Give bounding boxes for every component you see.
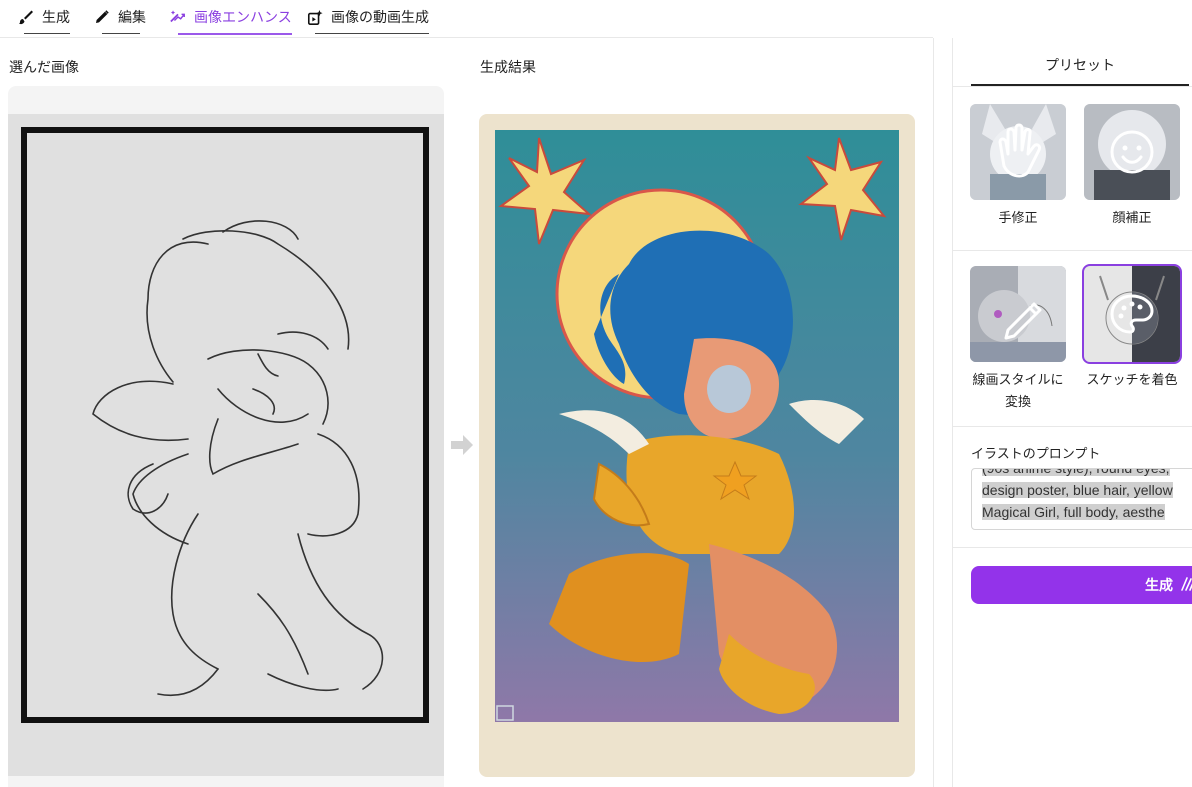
tab-image-enhance[interactable]: 画像エンハンス xyxy=(170,0,292,35)
pen-icon xyxy=(1004,302,1042,340)
palette-icon xyxy=(1110,294,1154,334)
selected-image-panel[interactable] xyxy=(8,86,444,787)
preset-thumbnail xyxy=(970,104,1066,200)
panel-divider xyxy=(933,38,934,787)
generated-illustration xyxy=(495,130,899,722)
magic-wand-icon xyxy=(170,9,186,25)
tab-presets[interactable]: プリセット xyxy=(971,46,1189,86)
video-spark-icon xyxy=(307,9,323,26)
result-label: 生成結果 xyxy=(480,60,536,76)
preset-thumbnail xyxy=(970,266,1066,362)
preset-label: スケッチを着色 xyxy=(1086,373,1178,388)
preset-label: 手修正 xyxy=(998,211,1038,226)
tab-edit[interactable]: 編集 xyxy=(94,0,146,34)
sparkle-icon xyxy=(1179,575,1192,595)
preset-colorize-sketch[interactable]: スケッチを着色 xyxy=(1082,264,1182,392)
tab-label: 画像の動画生成 xyxy=(331,10,429,26)
tab-label: 画像エンハンス xyxy=(194,10,292,26)
pencil-icon xyxy=(94,9,110,25)
side-panel: プリセット 手修正 顔補正 線画スタイルに変換 スケッチを着色 イラストのプロン… xyxy=(952,38,1192,787)
generate-label: 生成 xyxy=(1145,578,1173,594)
preset-label: 顔補正 xyxy=(1112,211,1152,226)
tab-label: 編集 xyxy=(118,10,146,26)
tab-image-to-video[interactable]: 画像の動画生成 xyxy=(307,0,429,34)
prompt-label: イラストのプロンプト xyxy=(971,447,1101,462)
preset-thumbnail xyxy=(1084,104,1180,200)
preset-lineart-style[interactable]: 線画スタイルに変換 xyxy=(970,266,1066,414)
selected-image-label: 選んだ画像 xyxy=(9,60,79,76)
generate-button[interactable]: 生成 xyxy=(971,566,1192,604)
preset-face-fix[interactable]: 顔補正 xyxy=(1084,104,1180,230)
prompt-textarea[interactable]: (90s anime style), round eyes, design po… xyxy=(971,468,1192,530)
result-image-panel[interactable] xyxy=(479,114,915,777)
hand-icon xyxy=(998,123,1041,178)
brush-icon xyxy=(18,9,34,25)
prompt-text: (90s anime style), round eyes, design po… xyxy=(982,469,1173,520)
mode-tab-bar: 生成 編集 画像エンハンス 画像の動画生成 xyxy=(0,0,933,38)
tab-generate[interactable]: 生成 xyxy=(18,0,70,34)
sketch-image xyxy=(8,114,444,776)
tab-label: 生成 xyxy=(42,10,70,26)
preset-thumbnail xyxy=(1082,264,1182,364)
preset-hand-fix[interactable]: 手修正 xyxy=(970,104,1066,230)
arrow-right-icon xyxy=(450,432,474,458)
preset-label: 線画スタイルに変換 xyxy=(972,373,1064,410)
smile-icon xyxy=(1110,130,1154,174)
